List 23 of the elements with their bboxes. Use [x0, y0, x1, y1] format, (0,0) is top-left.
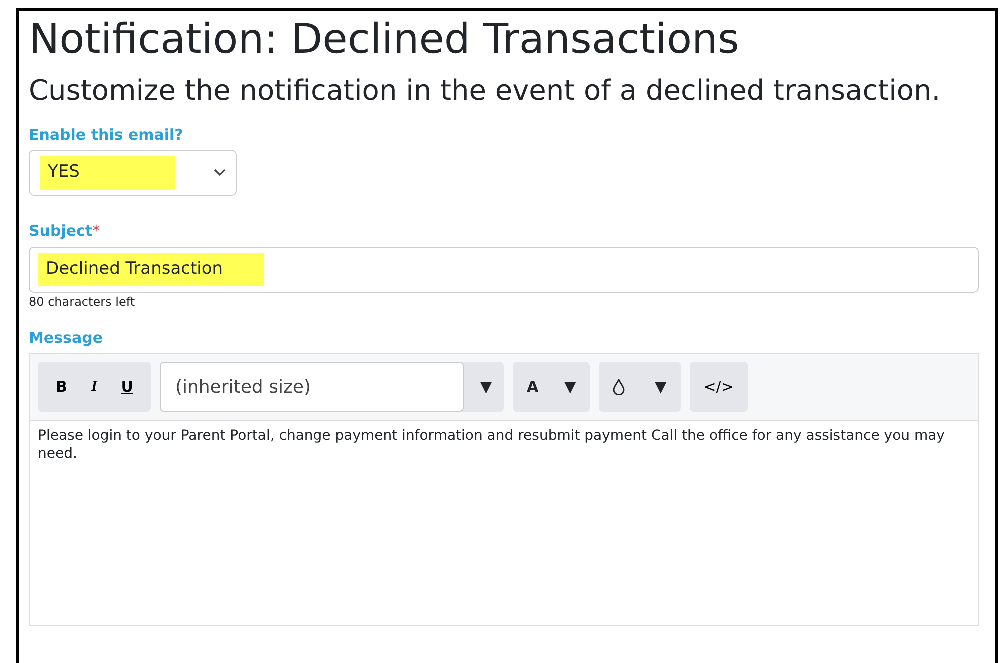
- required-mark: *: [92, 222, 100, 240]
- size-select[interactable]: (inherited size): [160, 362, 464, 412]
- enable-select[interactable]: YES: [29, 150, 237, 196]
- code-view-button[interactable]: </>: [690, 362, 748, 412]
- bold-button[interactable]: B: [44, 362, 80, 412]
- page-title: Notification: Declined Transactions: [29, 17, 740, 62]
- page-subtitle: Customize the notification in the event of a declined transaction.: [29, 74, 942, 108]
- fill-color-button[interactable]: ▼: [599, 362, 681, 412]
- field-label: Message: [29, 328, 104, 349]
- italic-button[interactable]: I: [79, 362, 110, 412]
- message-body[interactable]: Please login to your Parent Portal, change payment information and resubmit payment Call the office for any assistance you may need.: [30, 421, 978, 470]
- dropdown-caret: ▼: [564, 376, 576, 398]
- field-label: Enable this email?: [29, 124, 184, 146]
- dropdown-caret: ▼: [655, 376, 667, 398]
- text-color-label: A: [527, 376, 539, 398]
- drop-icon: [613, 379, 626, 396]
- character-count: 80 characters left: [29, 294, 136, 311]
- dropdown-caret[interactable]: ▼: [480, 376, 492, 398]
- text-color-button[interactable]: A ▼: [513, 362, 590, 412]
- chevron-icon: [214, 169, 226, 178]
- subject-input[interactable]: Declined Transaction: [29, 246, 979, 293]
- field-label: Subject*: [29, 221, 102, 242]
- underline-button[interactable]: U: [109, 362, 146, 412]
